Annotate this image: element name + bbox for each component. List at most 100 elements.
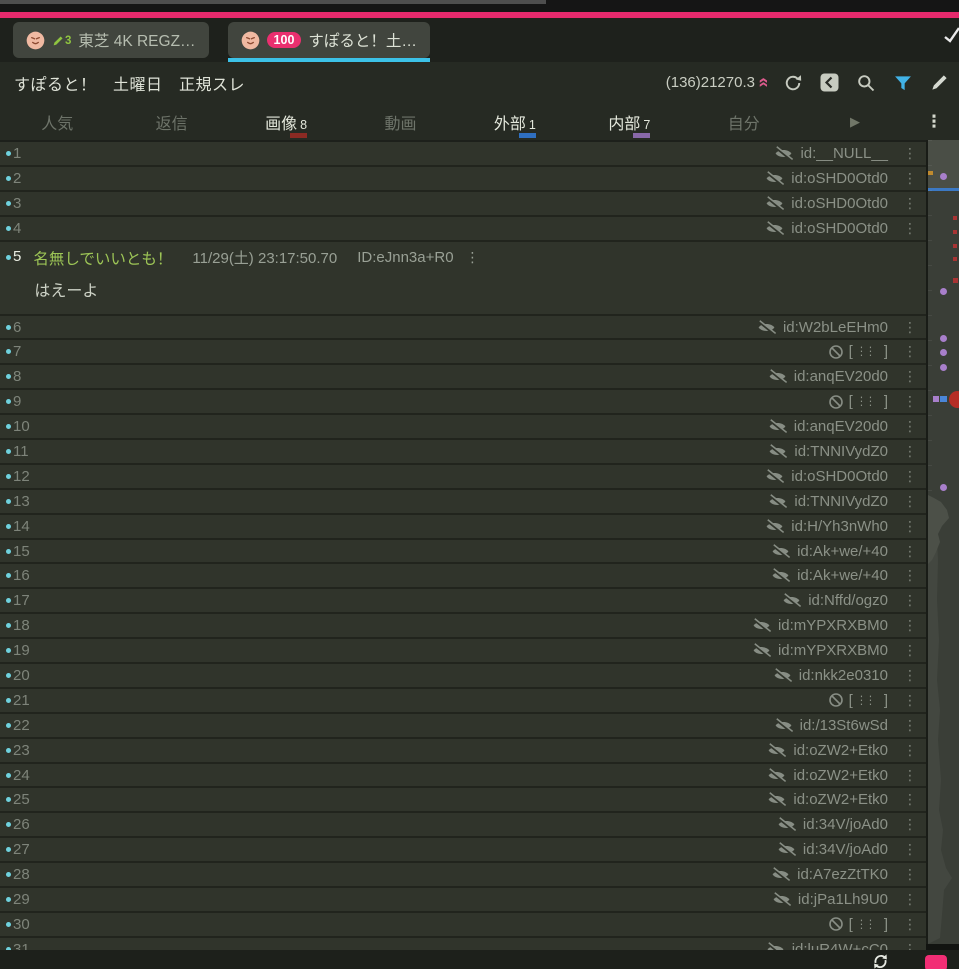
post-menu-kebab-icon[interactable]: ⋮ (902, 866, 918, 883)
post-row[interactable]: 5 名無しでいいとも！ 11/29(土) 23:17:50.70 ID:eJnn… (0, 242, 926, 316)
filter-tab[interactable]: 外部 1 (458, 103, 572, 140)
post-id[interactable]: ID:eJnn3a+R0 (357, 249, 453, 266)
filter-tab[interactable]: 自分 (687, 103, 801, 140)
post-menu-kebab-icon[interactable]: ⋮ (902, 368, 918, 385)
filter-tab[interactable]: 内部 7 (572, 103, 686, 140)
filter-overflow-menu-button[interactable]: ⋮ (909, 103, 959, 140)
refresh-button[interactable] (783, 73, 803, 93)
post-row[interactable]: 9 [ ⋮⋮ ] ⋮ (0, 390, 926, 415)
hidden-eye-slash-icon (771, 867, 790, 882)
post-menu-kebab-icon[interactable]: ⋮ (902, 916, 918, 933)
post-row[interactable]: 20 id:nkk2e0310 ⋮ (0, 664, 926, 689)
post-row[interactable]: 15 id:Ak+we/+40 ⋮ (0, 540, 926, 565)
post-row[interactable]: 1 id:__NULL__ ⋮ (0, 142, 926, 167)
post-row[interactable]: 11 id:TNNIVydZ0 ⋮ (0, 440, 926, 465)
thread-tab-suporuto[interactable]: 100 すぽると！土… (228, 22, 430, 58)
post-menu-kebab-icon[interactable]: ⋮ (902, 717, 918, 734)
edge-check-icon[interactable] (943, 26, 959, 49)
post-row[interactable]: 13 id:TNNIVydZ0 ⋮ (0, 490, 926, 515)
filter-tab[interactable]: 人気 (0, 103, 114, 140)
ng-block-icon (828, 344, 844, 360)
ng-bracket-open: [ (849, 916, 853, 933)
thread-tab-regza[interactable]: 3 東芝 4K REGZ… (13, 22, 209, 58)
post-menu-kebab-icon[interactable]: ⋮ (902, 393, 918, 410)
post-menu-kebab-icon[interactable]: ⋮ (902, 518, 918, 535)
post-row[interactable]: 8 id:anqEV20d0 ⋮ (0, 365, 926, 390)
post-row[interactable]: 24 id:oZW2+Etk0 ⋮ (0, 764, 926, 789)
post-date: 11/29(土) 23:17:50.70 (192, 247, 337, 268)
post-row[interactable]: 21 [ ⋮⋮ ] ⋮ (0, 689, 926, 714)
post-menu-kebab-icon[interactable]: ⋮ (902, 742, 918, 759)
post-menu-kebab-icon[interactable]: ⋮ (902, 642, 918, 659)
post-row[interactable]: 3 id:oSHD0Otd0 ⋮ (0, 192, 926, 217)
post-row[interactable]: 30 [ ⋮⋮ ] ⋮ (0, 913, 926, 938)
post-author-name[interactable]: 名無しでいいとも！ (33, 247, 172, 269)
hidden-eye-slash-icon (767, 768, 786, 783)
post-menu-kebab-icon[interactable]: ⋮ (902, 343, 918, 360)
post-row[interactable]: 4 id:oSHD0Otd0 ⋮ (0, 217, 926, 242)
post-menu-kebab-icon[interactable]: ⋮ (902, 543, 918, 560)
ng-bracket-close: ] (884, 393, 888, 410)
hidden-eye-slash-icon (765, 469, 784, 484)
post-menu-kebab-icon[interactable]: ⋮ (902, 816, 918, 833)
post-menu-kebab-icon[interactable]: ⋮ (902, 319, 918, 336)
post-row[interactable]: 28 id:A7ezZtTK0 ⋮ (0, 863, 926, 888)
post-menu-kebab-icon[interactable]: ⋮ (902, 592, 918, 609)
post-menu-kebab-icon[interactable]: ⋮ (902, 891, 918, 908)
bottom-refresh-button[interactable] (872, 953, 889, 969)
post-number: 17 (13, 592, 30, 609)
post-number: 3 (13, 195, 21, 212)
unread-bullet-icon (6, 598, 11, 603)
post-menu-kebab-icon[interactable]: ⋮ (902, 791, 918, 808)
scroll-marker-purple-dot (940, 484, 947, 491)
post-menu-kebab-icon[interactable]: ⋮ (902, 841, 918, 858)
post-row[interactable]: 27 id:34V/joAd0 ⋮ (0, 838, 926, 863)
post-row[interactable]: 25 id:oZW2+Etk0 ⋮ (0, 788, 926, 813)
scroll-marker-purple-square (933, 396, 939, 402)
filter-tab[interactable]: 画像 8 (229, 103, 343, 140)
post-row[interactable]: 6 id:W2bLeEHm0 ⋮ (0, 316, 926, 341)
post-number: 22 (13, 717, 30, 734)
hidden-eye-slash-icon (766, 942, 785, 950)
post-menu-kebab-icon[interactable]: ⋮ (902, 170, 918, 187)
post-row[interactable]: 29 id:jPa1Lh9U0 ⋮ (0, 888, 926, 913)
post-menu-kebab-icon[interactable]: ⋮ (902, 418, 918, 435)
post-row[interactable]: 12 id:oSHD0Otd0 ⋮ (0, 465, 926, 490)
post-row[interactable]: 16 id:Ak+we/+40 ⋮ (0, 564, 926, 589)
marker-scrollbar[interactable] (926, 140, 959, 944)
share-button[interactable] (820, 73, 839, 92)
post-row[interactable]: 14 id:H/Yh3nWh0 ⋮ (0, 515, 926, 540)
filter-more-arrow-button[interactable]: ▶ (801, 103, 909, 140)
post-row[interactable]: 2 id:oSHD0Otd0 ⋮ (0, 167, 926, 192)
post-row[interactable]: 17 id:Nffd/ogz0 ⋮ (0, 589, 926, 614)
post-row[interactable]: 19 id:mYPXRXBM0 ⋮ (0, 639, 926, 664)
post-menu-kebab-icon[interactable]: ⋮ (902, 692, 918, 709)
post-row[interactable]: 23 id:oZW2+Etk0 ⋮ (0, 739, 926, 764)
post-menu-kebab-icon[interactable]: ⋮ (902, 145, 918, 162)
post-menu-kebab-icon[interactable]: ⋮ (902, 220, 918, 237)
post-menu-kebab-icon[interactable]: ⋮ (466, 249, 480, 266)
pink-action-button[interactable] (925, 955, 947, 969)
post-menu-kebab-icon[interactable]: ⋮ (902, 767, 918, 784)
post-menu-kebab-icon[interactable]: ⋮ (902, 195, 918, 212)
post-menu-kebab-icon[interactable]: ⋮ (902, 941, 918, 950)
post-menu-kebab-icon[interactable]: ⋮ (902, 443, 918, 460)
post-menu-kebab-icon[interactable]: ⋮ (902, 493, 918, 510)
post-row[interactable]: 7 [ ⋮⋮ ] ⋮ (0, 340, 926, 365)
search-button[interactable] (856, 73, 876, 93)
filter-tab[interactable]: 動画 (343, 103, 457, 140)
post-menu-kebab-icon[interactable]: ⋮ (902, 617, 918, 634)
post-row[interactable]: 18 id:mYPXRXBM0 ⋮ (0, 614, 926, 639)
ng-block-icon (828, 916, 844, 932)
post-row[interactable]: 26 id:34V/joAd0 ⋮ (0, 813, 926, 838)
post-row[interactable]: 10 id:anqEV20d0 ⋮ (0, 415, 926, 440)
post-menu-kebab-icon[interactable]: ⋮ (902, 567, 918, 584)
post-row[interactable]: 22 id:/13St6wSd ⋮ (0, 714, 926, 739)
filter-tab[interactable]: 返信 (114, 103, 228, 140)
filter-funnel-button[interactable] (893, 73, 913, 93)
compose-pencil-button[interactable] (930, 73, 949, 92)
post-menu-kebab-icon[interactable]: ⋮ (902, 468, 918, 485)
post-row[interactable]: 31 id:luR4W+cC0 ⋮ (0, 938, 926, 950)
post-id-text: id:anqEV20d0 (794, 418, 888, 435)
post-menu-kebab-icon[interactable]: ⋮ (902, 667, 918, 684)
